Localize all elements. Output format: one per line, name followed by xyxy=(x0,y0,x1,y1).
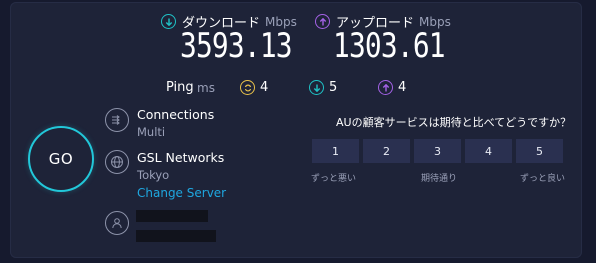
server-name: GSL Networks xyxy=(137,150,225,165)
upload-latency-icon xyxy=(378,80,393,95)
survey-question: AUの顧客サービスは期待と比べてどうですか？ xyxy=(336,116,572,129)
rating-5-button[interactable]: 5 xyxy=(515,138,564,164)
ping-unit: ms xyxy=(197,81,215,95)
rating-3-button[interactable]: 3 xyxy=(413,138,462,164)
rating-high-label: ずっと良い xyxy=(520,174,566,184)
rating-mid-label: 期待通り xyxy=(421,174,458,184)
go-button[interactable]: GO xyxy=(28,126,94,192)
change-server-link[interactable]: Change Server xyxy=(137,186,226,200)
server-location: Tokyo xyxy=(137,168,170,182)
rating-scale: 1 2 3 4 5 xyxy=(311,138,567,164)
user-icon xyxy=(105,211,129,235)
rating-2-button[interactable]: 2 xyxy=(362,138,411,164)
rating-1-button[interactable]: 1 xyxy=(311,138,360,164)
idle-latency-icon xyxy=(240,80,255,95)
connections-icon xyxy=(105,108,129,132)
redacted-ip-address xyxy=(136,230,216,242)
redacted-provider-name xyxy=(136,210,208,222)
ping-idle-value: 4 xyxy=(260,80,269,95)
download-latency-icon xyxy=(309,80,324,95)
ping-download-value: 5 xyxy=(329,80,338,95)
upload-arrow-icon xyxy=(315,14,330,29)
ping-label: Ping xyxy=(166,80,194,95)
ping-upload-value: 4 xyxy=(398,80,407,95)
upload-speed-value: 1303.61 xyxy=(333,26,446,66)
rating-low-label: ずっと悪い xyxy=(311,174,357,184)
connections-mode[interactable]: Multi xyxy=(137,125,165,139)
download-speed-value: 3593.13 xyxy=(180,26,293,66)
results-panel xyxy=(10,2,582,258)
connections-title: Connections xyxy=(137,107,215,122)
rating-4-button[interactable]: 4 xyxy=(464,138,513,164)
download-arrow-icon xyxy=(161,14,176,29)
globe-icon xyxy=(105,150,129,174)
